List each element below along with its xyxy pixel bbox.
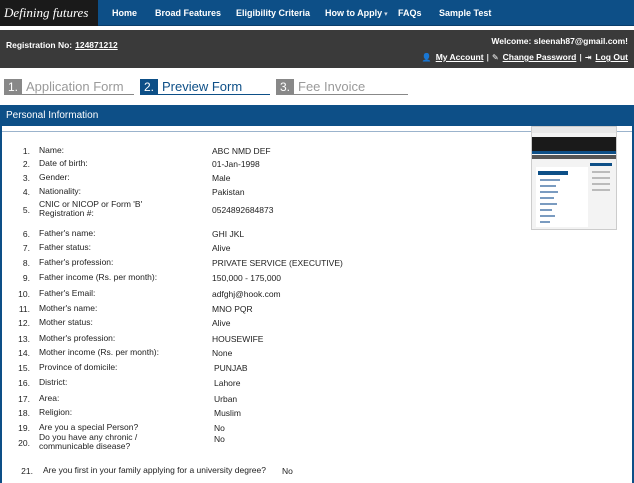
registration-info: Registration No: 124871212 bbox=[6, 40, 118, 50]
section-title: Personal Information bbox=[2, 107, 632, 126]
step-label: Fee Invoice bbox=[298, 79, 366, 94]
field-label: Name: bbox=[39, 145, 65, 155]
field-label: Mother income (Rs. per month): bbox=[39, 347, 159, 357]
step-label: Application Form bbox=[26, 79, 124, 94]
field-value: No bbox=[214, 423, 225, 433]
step-application-form[interactable]: 1. Application Form bbox=[4, 78, 134, 95]
account-bar: Registration No: 124871212 Welcome: sleen… bbox=[0, 30, 634, 68]
nav-how-to-apply[interactable]: How to Apply ▾ bbox=[325, 0, 388, 26]
field-value: No bbox=[282, 466, 293, 476]
field-label: Mother status: bbox=[39, 317, 93, 327]
field-number: 5. bbox=[22, 205, 30, 215]
step-number: 1. bbox=[4, 78, 23, 95]
field-label: Are you a special Person? bbox=[39, 422, 139, 432]
field-number: 8. bbox=[22, 258, 30, 268]
user-icon: 👤 bbox=[421, 52, 432, 62]
field-value: Alive bbox=[212, 318, 231, 328]
field-value: 150,000 - 175,000 bbox=[212, 273, 282, 283]
field-label: Date of birth: bbox=[39, 158, 88, 168]
field-label: District: bbox=[39, 377, 68, 387]
step-fee-invoice[interactable]: 3. Fee Invoice bbox=[276, 78, 408, 95]
field-number: 11. bbox=[18, 304, 30, 314]
field-value: 0524892684873 bbox=[212, 205, 274, 215]
nav-broad-features[interactable]: Broad Features bbox=[155, 0, 221, 26]
field-value: HOUSEWIFE bbox=[212, 334, 264, 344]
field-label: Province of domicile: bbox=[39, 362, 118, 372]
applicant-photo bbox=[531, 126, 617, 230]
field-value: 01-Jan-1998 bbox=[212, 159, 260, 169]
field-number: 21. bbox=[21, 466, 33, 476]
field-number: 16. bbox=[18, 378, 30, 388]
field-value: Male bbox=[212, 173, 231, 183]
field-value: None bbox=[212, 348, 233, 358]
nav-home[interactable]: Home bbox=[112, 0, 137, 26]
field-label: Gender: bbox=[39, 172, 70, 182]
field-label: Mother's profession: bbox=[39, 333, 116, 343]
separator: | bbox=[486, 52, 489, 62]
field-value: Pakistan bbox=[212, 187, 245, 197]
step-label: Preview Form bbox=[162, 79, 243, 94]
field-value: Alive bbox=[212, 243, 231, 253]
field-number: 14. bbox=[18, 348, 30, 358]
registration-label: Registration No: bbox=[6, 40, 73, 50]
brand-logo[interactable]: Defining futures bbox=[0, 0, 98, 26]
account-links: 👤 My Account | ✎ Change Password | ⇥ Log… bbox=[422, 52, 628, 62]
field-value: Muslim bbox=[214, 408, 241, 418]
field-label: Nationality: bbox=[39, 186, 82, 196]
field-value: MNO PQR bbox=[212, 304, 253, 314]
field-number: 10. bbox=[18, 289, 30, 299]
logout-link[interactable]: Log Out bbox=[595, 52, 628, 62]
field-label: Religion: bbox=[39, 407, 73, 417]
field-value: Urban bbox=[214, 394, 238, 404]
field-value: PRIVATE SERVICE (EXECUTIVE) bbox=[212, 258, 343, 268]
change-password-link[interactable]: Change Password bbox=[503, 52, 577, 62]
field-number: 13. bbox=[18, 334, 30, 344]
step-number: 2. bbox=[140, 78, 159, 95]
field-label: Are you first in your family applying fo… bbox=[43, 465, 266, 475]
field-label: Father's profession: bbox=[39, 257, 114, 267]
welcome-message: Welcome: sleenah87@gmail.com! bbox=[491, 36, 628, 46]
nav-sample-test[interactable]: Sample Test bbox=[439, 0, 491, 26]
field-number: 20. bbox=[18, 438, 30, 448]
field-label: Father's name: bbox=[39, 228, 96, 238]
nav-how-to-apply-label: How to Apply bbox=[325, 8, 383, 18]
my-account-link[interactable]: My Account bbox=[436, 52, 484, 62]
field-value: GHI JKL bbox=[212, 229, 245, 239]
field-label: CNIC or NICOP or Form 'B' Registration #… bbox=[39, 199, 143, 218]
field-number: 6. bbox=[22, 229, 30, 239]
chevron-down-icon: ▾ bbox=[384, 11, 388, 18]
field-value: adfghj@hook.com bbox=[212, 289, 281, 299]
field-value: ABC NMD DEF bbox=[212, 146, 271, 156]
step-preview-form[interactable]: 2. Preview Form bbox=[140, 78, 270, 95]
nav-eligibility-criteria[interactable]: Eligibility Criteria bbox=[236, 0, 310, 26]
nav-faqs[interactable]: FAQs bbox=[398, 0, 422, 26]
field-number: 9. bbox=[22, 273, 30, 283]
field-label: Mother's name: bbox=[39, 303, 98, 313]
field-number: 17. bbox=[18, 394, 30, 404]
field-number: 4. bbox=[22, 187, 30, 197]
field-number: 7. bbox=[22, 243, 30, 253]
field-value: No bbox=[214, 434, 225, 444]
field-label: Father's Email: bbox=[39, 288, 96, 298]
registration-number-link[interactable]: 124871212 bbox=[75, 40, 118, 50]
field-value: PUNJAB bbox=[214, 363, 248, 373]
field-label: Father income (Rs. per month): bbox=[39, 272, 158, 282]
field-number: 1. bbox=[22, 146, 30, 156]
field-number: 19. bbox=[18, 423, 30, 433]
field-number: 18. bbox=[18, 408, 30, 418]
logout-icon: ⇥ bbox=[584, 52, 592, 62]
separator: | bbox=[579, 52, 582, 62]
field-number: 3. bbox=[22, 173, 30, 183]
edit-icon: ✎ bbox=[491, 52, 499, 62]
field-label: Area: bbox=[39, 393, 60, 403]
step-number: 3. bbox=[276, 78, 295, 95]
field-number: 12. bbox=[18, 318, 30, 328]
field-label: Do you have any chronic / communicable d… bbox=[39, 432, 138, 451]
top-navigation-bar: Defining futures Home Broad Features Eli… bbox=[0, 0, 634, 26]
field-number: 15. bbox=[18, 363, 30, 373]
field-value: Lahore bbox=[214, 378, 241, 388]
field-label: Father status: bbox=[39, 242, 91, 252]
field-number: 2. bbox=[22, 159, 30, 169]
